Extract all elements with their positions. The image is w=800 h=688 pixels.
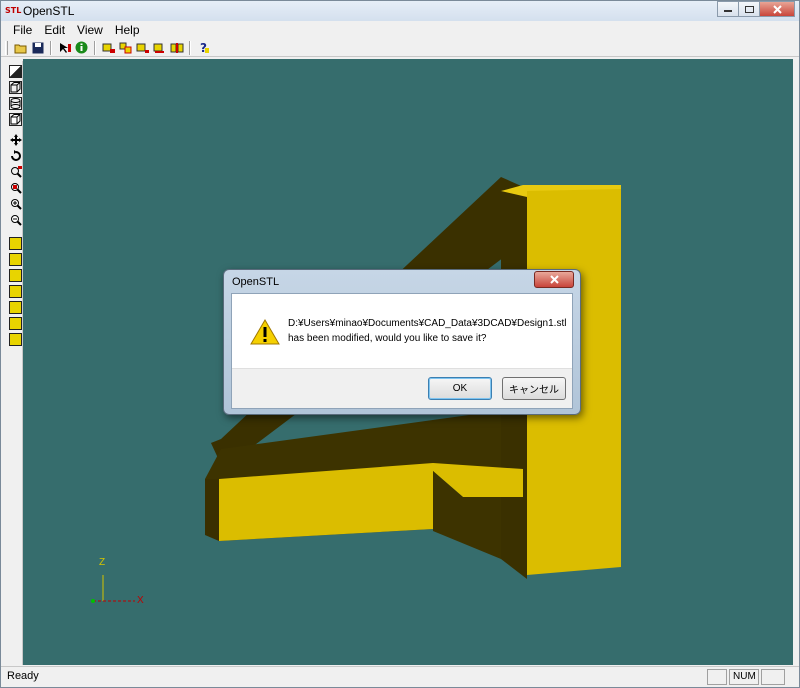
box-icon[interactable]	[9, 113, 22, 126]
open-icon[interactable]	[12, 40, 29, 56]
view-bottom-icon[interactable]	[9, 317, 22, 330]
title-bar[interactable]: STL OpenSTL	[1, 1, 799, 21]
menu-help[interactable]: Help	[109, 21, 146, 39]
toolbar-grip[interactable]	[5, 40, 8, 55]
status-bar: Ready NUM	[1, 666, 799, 687]
close-button[interactable]	[759, 1, 795, 17]
dialog-close-button[interactable]	[534, 271, 574, 288]
dialog-button-area: OK キャンセル	[232, 368, 572, 408]
dialog-title: OpenSTL	[232, 276, 280, 288]
x-axis-label: X	[137, 595, 144, 606]
vertical-scrollbar[interactable]	[793, 59, 799, 665]
warning-icon	[250, 319, 280, 345]
view-front-icon[interactable]	[9, 237, 22, 250]
dialog-body: D:¥Users¥minao¥Documents¥CAD_Data¥3DCAD¥…	[231, 293, 573, 409]
info-icon[interactable]	[73, 40, 90, 56]
dialog-message-path: D:¥Users¥minao¥Documents¥CAD_Data¥3DCAD¥…	[288, 318, 567, 329]
menu-view[interactable]: View	[71, 21, 109, 39]
tool-2-icon[interactable]	[117, 40, 134, 56]
tool-1-icon[interactable]	[100, 40, 117, 56]
zoom-out-icon[interactable]	[9, 213, 22, 226]
toolbar-separator	[189, 40, 191, 55]
save-icon[interactable]	[29, 40, 46, 56]
close-icon	[772, 4, 782, 14]
view-left-icon[interactable]	[9, 269, 22, 282]
maximize-icon	[744, 5, 754, 13]
close-icon	[549, 275, 559, 284]
app-icon: STL	[5, 6, 22, 15]
zoom-window-icon[interactable]	[9, 165, 22, 178]
view-top-icon[interactable]	[9, 301, 22, 314]
menu-edit[interactable]: Edit	[38, 21, 71, 39]
window-controls	[717, 1, 795, 17]
tool-3-icon[interactable]	[134, 40, 151, 56]
maximize-button[interactable]	[738, 1, 760, 17]
dialog-message-area: D:¥Users¥minao¥Documents¥CAD_Data¥3DCAD¥…	[232, 294, 572, 368]
status-indicator-empty	[707, 669, 727, 685]
toolbar-separator	[50, 40, 52, 55]
tool-5-icon[interactable]	[168, 40, 185, 56]
menu-bar: File Edit View Help	[1, 21, 799, 39]
tool-4-icon[interactable]	[151, 40, 168, 56]
help-icon[interactable]: ?	[195, 40, 212, 56]
menu-file[interactable]: File	[7, 21, 38, 39]
pan-icon[interactable]	[9, 133, 22, 146]
minimize-icon	[724, 10, 732, 12]
cylinder-icon[interactable]	[9, 97, 22, 110]
save-dialog: OpenSTL D:¥Users¥minao¥Documents¥CAD_Dat…	[223, 269, 581, 415]
toolbar-separator	[94, 40, 96, 55]
select-icon[interactable]	[56, 40, 73, 56]
axis-origin	[91, 599, 95, 603]
rotate-icon[interactable]	[9, 149, 22, 162]
cancel-button[interactable]: キャンセル	[502, 377, 566, 400]
app-window: STL OpenSTL File Edit View Help ? Z X Re…	[0, 0, 800, 688]
window-title: OpenSTL	[23, 4, 75, 18]
view-right-icon[interactable]	[9, 285, 22, 298]
z-axis-label: Z	[99, 557, 106, 568]
status-num: NUM	[729, 669, 759, 685]
shade-icon[interactable]	[9, 65, 22, 78]
view-toolbar	[7, 61, 23, 665]
zoom-in-icon[interactable]	[9, 197, 22, 210]
main-toolbar: ?	[1, 39, 799, 57]
minimize-button[interactable]	[717, 1, 739, 17]
model-face-edge	[205, 479, 219, 541]
wireframe-icon[interactable]	[9, 81, 22, 94]
status-text: Ready	[7, 670, 39, 682]
view-iso-icon[interactable]	[9, 333, 22, 346]
dialog-message-text: has been modified, would you like to sav…	[288, 333, 487, 344]
view-back-icon[interactable]	[9, 253, 22, 266]
zoom-all-icon[interactable]	[9, 181, 22, 194]
status-indicator-empty	[761, 669, 785, 685]
ok-button[interactable]: OK	[428, 377, 492, 400]
